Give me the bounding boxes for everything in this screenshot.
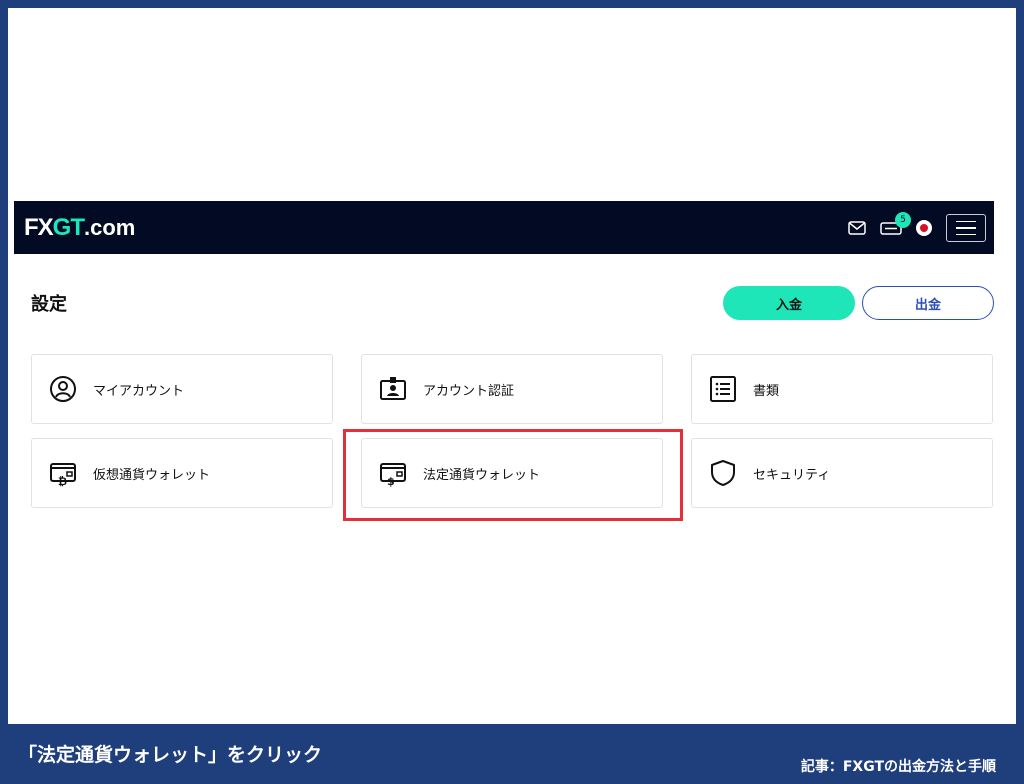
language-flag-icon[interactable]: [916, 220, 932, 236]
card-crypto-wallet[interactable]: ₿ 仮想通貨ウォレット: [31, 438, 333, 508]
svg-text:₿: ₿: [58, 475, 67, 487]
page-title: 設定: [31, 294, 67, 315]
logo-dotcom-text: .com: [84, 215, 136, 240]
notification-badge: 5: [895, 212, 911, 228]
logo-gt-text: GT: [52, 214, 85, 241]
header-actions: 5: [848, 212, 986, 243]
withdraw-button[interactable]: 出金: [862, 286, 994, 320]
user-circle-icon: [49, 375, 77, 403]
card-label: 仮想通貨ウォレット: [93, 467, 211, 483]
card-my-account[interactable]: マイアカウント: [31, 354, 333, 424]
svg-text:$: $: [387, 475, 395, 487]
hamburger-menu-icon[interactable]: [946, 214, 986, 242]
card-label: 書類: [753, 383, 780, 399]
card-documents[interactable]: 書類: [691, 354, 993, 424]
card-label: アカウント認証: [423, 383, 515, 399]
card-label: セキュリティ: [753, 467, 831, 483]
fiat-wallet-icon: $: [379, 459, 407, 487]
card-label: マイアカウント: [93, 383, 185, 399]
deposit-button[interactable]: 入金: [723, 286, 855, 320]
logo-fx-text: FX: [24, 214, 54, 241]
article-caption: 記事：FXGTの出金方法と手順: [800, 759, 996, 775]
instruction-caption: 「法定通貨ウォレット」をクリック: [18, 744, 323, 766]
card-label: 法定通貨ウォレット: [423, 467, 541, 483]
app-header: FXGT.com 5: [14, 201, 994, 254]
crypto-wallet-icon: ₿: [49, 459, 77, 487]
shield-icon: [709, 459, 737, 487]
card-security[interactable]: セキュリティ: [691, 438, 993, 508]
card-account-verification[interactable]: アカウント認証: [361, 354, 663, 424]
card-fiat-wallet[interactable]: $ 法定通貨ウォレット: [361, 438, 663, 508]
id-card-icon: [379, 375, 407, 403]
mail-icon[interactable]: [848, 221, 866, 235]
ticket-icon[interactable]: 5: [880, 212, 911, 236]
document-list-icon: [709, 375, 737, 403]
fxgt-logo[interactable]: FXGT.com: [24, 214, 135, 242]
